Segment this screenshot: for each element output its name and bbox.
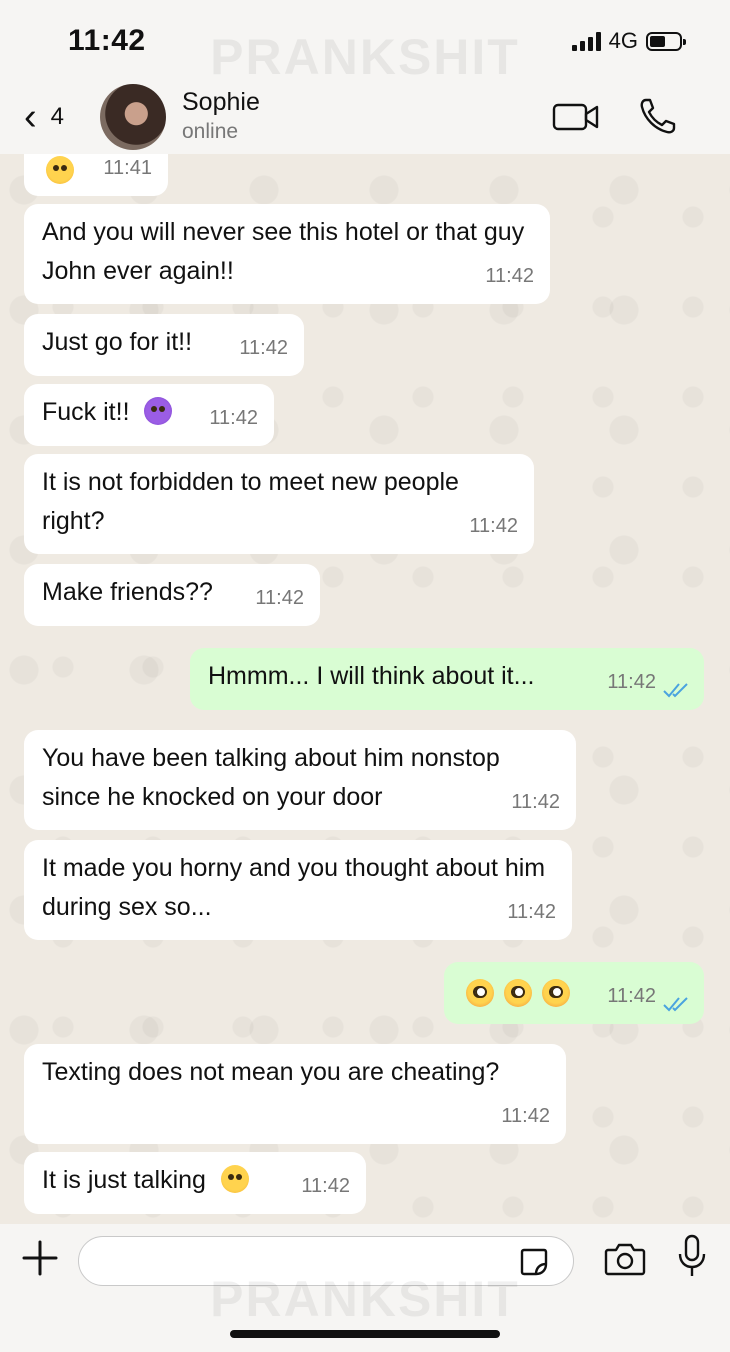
battery-icon <box>646 31 686 51</box>
message-bubble[interactable]: Make friends?? 11:42 <box>24 564 320 626</box>
message-time: 11:42 <box>607 671 656 693</box>
message-time: 11:42 <box>239 337 288 359</box>
message-bubble-outgoing[interactable]: Hmmm... I will think about it... 11:42 <box>190 648 704 710</box>
message-text: Just go for it!! <box>42 328 193 356</box>
unread-count: 4 <box>50 103 65 130</box>
smiling-devil-icon <box>144 397 173 425</box>
zany-face-icon <box>220 1165 249 1193</box>
avatar[interactable] <box>100 84 166 150</box>
contact-status: online <box>182 120 239 143</box>
sticker-icon[interactable] <box>518 1246 550 1278</box>
phone-call-icon[interactable] <box>638 96 678 136</box>
message-time: 11:42 <box>501 1105 550 1127</box>
network-type: 4G <box>608 28 638 53</box>
message-text: It is just talking <box>42 1166 206 1194</box>
message-time: 11:42 <box>469 515 518 537</box>
message-text: Make friends?? <box>42 578 213 606</box>
flushed-face-icon <box>504 979 532 1007</box>
double-check-read-icon <box>663 997 688 1012</box>
status-bar: 11:42 4G <box>0 0 730 80</box>
winking-face-icon <box>46 156 74 184</box>
message-bubble[interactable]: Just go for it!! 11:42 <box>24 314 304 376</box>
double-check-read-icon <box>663 683 688 698</box>
home-indicator[interactable] <box>230 1330 500 1338</box>
status-time: 11:42 <box>68 24 146 57</box>
message-text: And you will never see this hotel or tha… <box>42 218 525 285</box>
chevron-left-icon: ‹ <box>24 96 37 138</box>
message-time: 11:42 <box>607 985 656 1007</box>
message-list[interactable]: PRANKSHIT 11:41 And you will never see t… <box>0 154 730 1224</box>
message-text: It made you horny and you thought about … <box>42 854 546 921</box>
message-time: 11:42 <box>255 587 304 609</box>
message-time: 11:42 <box>511 791 560 813</box>
message-time: 11:42 <box>507 901 556 923</box>
video-call-icon[interactable] <box>552 102 600 132</box>
camera-icon[interactable] <box>604 1240 646 1276</box>
message-text: Texting does not mean you are cheating? <box>42 1058 500 1086</box>
status-icons: 4G <box>571 28 686 54</box>
chat-header: ‹ 4 Sophie online <box>0 80 730 154</box>
message-text: You have been talking about him nonstop … <box>42 744 500 811</box>
message-time: 11:42 <box>301 1175 350 1197</box>
signal-icon <box>571 31 601 51</box>
message-time: 11:42 <box>209 407 258 429</box>
message-time: 11:41 <box>103 157 152 179</box>
plus-icon[interactable] <box>20 1238 60 1278</box>
message-bubble[interactable]: It is just talking 11:42 <box>24 1152 366 1214</box>
message-bubble[interactable]: It made you horny and you thought about … <box>24 840 572 940</box>
message-bubble[interactable]: 11:41 <box>24 154 168 196</box>
message-bubble[interactable]: And you will never see this hotel or tha… <box>24 204 550 304</box>
microphone-icon[interactable] <box>676 1234 708 1278</box>
message-bubble-outgoing[interactable]: 11:42 <box>444 962 704 1024</box>
contact-name[interactable]: Sophie <box>182 88 260 117</box>
message-bubble[interactable]: It is not forbidden to meet new people r… <box>24 454 534 554</box>
message-text: Hmmm... I will think about it... <box>208 662 535 690</box>
flushed-face-icon <box>466 979 494 1007</box>
message-text: It is not forbidden to meet new people r… <box>42 468 459 535</box>
message-input[interactable] <box>78 1236 574 1286</box>
message-bubble[interactable]: Texting does not mean you are cheating? … <box>24 1044 566 1144</box>
message-bubble[interactable]: Fuck it!! 11:42 <box>24 384 274 446</box>
flushed-face-icon <box>542 979 570 1007</box>
message-bubble[interactable]: You have been talking about him nonstop … <box>24 730 576 830</box>
message-time: 11:42 <box>485 265 534 287</box>
message-text: Fuck it!! <box>42 398 130 426</box>
back-button[interactable]: ‹ 4 <box>24 98 64 136</box>
